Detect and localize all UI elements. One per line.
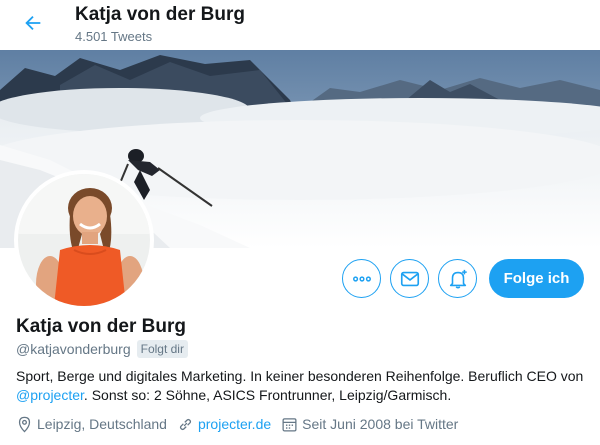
- location-pin-icon: [18, 416, 31, 432]
- more-dots-icon: [352, 275, 371, 282]
- location-item: Leipzig, Deutschland: [16, 416, 167, 433]
- tweet-count: 4.501 Tweets: [75, 29, 153, 44]
- back-button[interactable]: [18, 8, 48, 38]
- bio-mention-link[interactable]: @projecter: [16, 387, 84, 403]
- more-button[interactable]: [342, 259, 381, 298]
- bio-text-part1: Sport, Berge und digitales Marketing. In…: [16, 368, 584, 384]
- profile-header-bar: Katja von der Burg 4.501 Tweets: [0, 0, 600, 50]
- bell-plus-icon: [449, 269, 467, 288]
- notifications-button[interactable]: [438, 259, 477, 298]
- location-text: Leipzig, Deutschland: [37, 416, 167, 432]
- joined-text: Seit Juni 2008 bei Twitter: [302, 416, 459, 432]
- bio-text-part2: . Sonst so: 2 Söhne, ASICS Frontrunner, …: [83, 387, 452, 403]
- profile-meta: Leipzig, Deutschland projecter.de Seit J…: [16, 413, 468, 435]
- profile-bio: Sport, Berge und digitales Marketing. In…: [16, 367, 586, 405]
- message-button[interactable]: [390, 259, 429, 298]
- calendar-icon: [282, 417, 297, 432]
- handle-row: @katjavonderburg Folgt dir: [16, 339, 188, 359]
- arrow-left-icon: [25, 15, 41, 31]
- header-name: Katja von der Burg: [75, 4, 245, 25]
- follows-you-badge: Folgt dir: [136, 340, 188, 358]
- joined-item: Seit Juni 2008 bei Twitter: [281, 416, 458, 433]
- link-icon: [179, 418, 192, 430]
- profile-name: Katja von der Burg: [16, 316, 186, 337]
- website-link[interactable]: projecter.de: [198, 416, 271, 432]
- envelope-icon: [400, 271, 419, 286]
- website-item: projecter.de: [177, 416, 271, 433]
- profile-handle: @katjavonderburg: [16, 341, 131, 357]
- profile-avatar[interactable]: [14, 170, 154, 310]
- following-button[interactable]: Folge ich: [489, 259, 584, 298]
- avatar-photo: [18, 174, 150, 306]
